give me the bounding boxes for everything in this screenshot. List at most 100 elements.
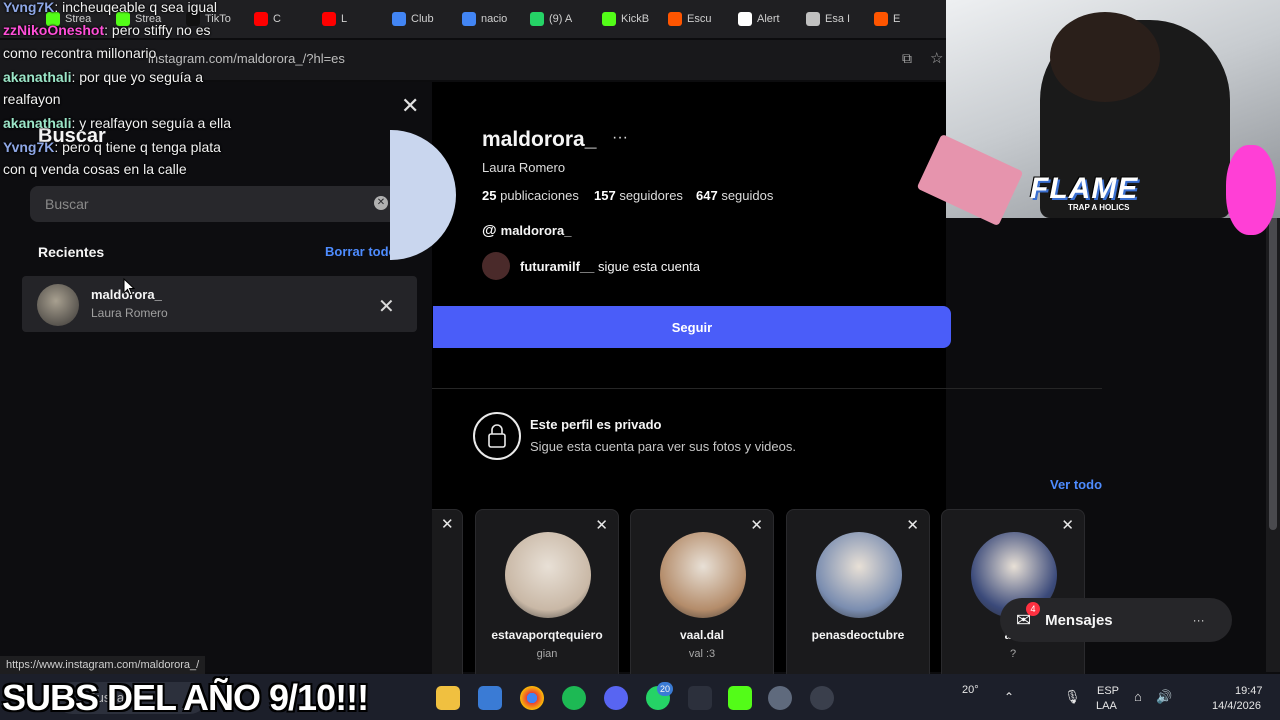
avatar <box>482 252 510 280</box>
avatar <box>1148 611 1166 629</box>
close-icon[interactable]: ✕ <box>401 93 419 119</box>
remove-recent-icon[interactable]: ✕ <box>378 294 395 319</box>
divider <box>432 388 1102 389</box>
chat-message: akanathali: y realfayon seguía a ella <box>3 115 231 131</box>
messenger-icon: ✉ 4 <box>1016 601 1040 631</box>
spotify-icon[interactable] <box>562 686 586 710</box>
chat-text: : y realfayon seguía a ella <box>71 115 232 131</box>
more-icon[interactable]: ··· <box>1193 613 1205 627</box>
flame-logo: FLAME <box>1030 172 1139 205</box>
see-all-link[interactable]: Ver todo <box>1050 477 1102 492</box>
tab-favicon-icon <box>668 12 682 26</box>
browser-tab[interactable]: nacio <box>462 8 518 30</box>
browser-tab[interactable]: E <box>874 8 924 30</box>
messages-button[interactable]: ✉ 4 Mensajes ··· <box>1000 598 1232 642</box>
microphone-icon[interactable]: 🎙 <box>1064 689 1081 705</box>
tab-favicon-icon <box>738 12 752 26</box>
suggestion-card[interactable]: ✕ penasdeoctubre <box>786 509 930 681</box>
followers-count[interactable]: 157 seguidores <box>594 188 683 203</box>
avatar <box>37 284 79 326</box>
suggestion-card[interactable]: ✕ vaal.dal val :3 <box>630 509 774 681</box>
weather[interactable]: 20° <box>962 684 979 696</box>
kick-icon[interactable] <box>728 686 752 710</box>
follow-button[interactable]: Seguir <box>433 306 951 348</box>
clock-date[interactable]: 14/4/2026 <box>1212 700 1261 712</box>
followed-by[interactable]: futuramilf__ sigue esta cuenta <box>482 252 700 280</box>
browser-tab[interactable]: Escu <box>668 8 728 30</box>
tab-label: E <box>893 13 901 25</box>
stream-overlay-text: SUBS DEL AÑO 9/10!!! <box>2 677 369 718</box>
chat-message: zzNikoOneshot: pero stiffy no es <box>3 22 210 38</box>
threads-icon: @ <box>482 222 497 239</box>
chat-text: : por que yo seguía a <box>71 69 204 85</box>
avatar <box>660 532 746 618</box>
more-options-icon[interactable]: ··· <box>612 129 628 147</box>
store-icon[interactable] <box>478 686 502 710</box>
chevron-up-icon[interactable]: ⌃ <box>1004 690 1014 704</box>
install-app-icon[interactable]: ⧉ <box>902 50 912 67</box>
file-explorer-icon[interactable] <box>436 686 460 710</box>
chat-username: Yvng7K <box>3 0 55 15</box>
tab-favicon-icon <box>874 12 888 26</box>
chat-message: con q venda cosas en la calle <box>3 161 187 177</box>
discord-icon[interactable] <box>604 686 628 710</box>
clock-time[interactable]: 19:47 <box>1235 685 1263 697</box>
obs-icon[interactable] <box>810 686 834 710</box>
chat-message: akanathali: por que yo seguía a <box>3 69 203 85</box>
following-count[interactable]: 647 seguidos <box>696 188 773 203</box>
clear-search-icon[interactable]: ✕ <box>374 196 388 210</box>
tab-label: Club <box>411 13 434 25</box>
bookmark-star-icon[interactable]: ☆ <box>930 49 943 67</box>
chat-text: con q venda cosas en la calle <box>3 161 187 177</box>
volume-icon[interactable]: 🔊 <box>1156 689 1172 705</box>
browser-tab[interactable]: L <box>322 8 372 30</box>
close-icon[interactable]: ✕ <box>441 515 454 533</box>
tab-label: Escu <box>687 13 712 25</box>
chat-username: akanathali <box>3 115 72 131</box>
tab-favicon-icon <box>602 12 616 26</box>
posts-count: 25 publicaciones <box>482 188 579 203</box>
browser-tab[interactable]: Alert <box>738 8 796 30</box>
browser-tab[interactable]: (9) A <box>530 8 590 30</box>
browser-tab[interactable]: Esa I <box>806 8 864 30</box>
app-icon[interactable] <box>688 686 712 710</box>
streamer-hair <box>1050 12 1160 102</box>
suggestion-card[interactable]: ✕a...? <box>941 509 1085 681</box>
network-icon[interactable]: ⌂ <box>1134 689 1142 704</box>
tab-label: Alert <box>757 13 780 25</box>
scrollbar-thumb[interactable] <box>1269 200 1277 530</box>
chat-text: : pero q tiene q tenga plata <box>54 139 221 155</box>
chat-text: como recontra millonario <box>3 45 157 61</box>
close-icon[interactable]: ✕ <box>750 516 763 534</box>
recent-full-name: Laura Romero <box>91 306 168 320</box>
language[interactable]: ESP <box>1097 685 1119 697</box>
messages-label: Mensajes <box>1045 611 1113 629</box>
avatar <box>816 532 902 618</box>
clear-all-button[interactable]: Borrar todo <box>325 244 397 259</box>
chrome-icon[interactable] <box>520 686 544 710</box>
settings-icon[interactable] <box>768 686 792 710</box>
keyboard-layout[interactable]: LAA <box>1096 700 1117 712</box>
lock-icon <box>473 412 521 460</box>
chat-message: realfayon <box>3 91 61 107</box>
url-text[interactable]: instagram.com/maldorora_/?hl=es <box>148 51 345 66</box>
close-icon[interactable]: ✕ <box>906 516 919 534</box>
close-icon[interactable]: ✕ <box>595 516 608 534</box>
chat-username: Yvng7K <box>3 139 55 155</box>
suggestion-subtitle: val :3 <box>688 648 716 660</box>
tab-favicon-icon <box>254 12 268 26</box>
browser-tab[interactable]: Club <box>392 8 450 30</box>
profile-full-name: Laura Romero <box>482 160 566 175</box>
threads-link[interactable]: @ maldorora_ <box>482 222 571 239</box>
profile-username: maldorora_ <box>482 128 597 151</box>
browser-tab[interactable]: KickB <box>602 8 660 30</box>
close-icon[interactable]: ✕ <box>1061 516 1074 534</box>
tab-favicon-icon <box>322 12 336 26</box>
recent-heading: Recientes <box>38 244 105 260</box>
tab-favicon-icon <box>806 12 820 26</box>
tab-favicon-icon <box>392 12 406 26</box>
browser-tab[interactable]: C <box>254 8 304 30</box>
suggestion-card[interactable]: ✕ estavaporqtequiero gian <box>475 509 619 681</box>
tab-label: Esa I <box>825 13 851 25</box>
recent-search-item[interactable] <box>22 276 417 332</box>
